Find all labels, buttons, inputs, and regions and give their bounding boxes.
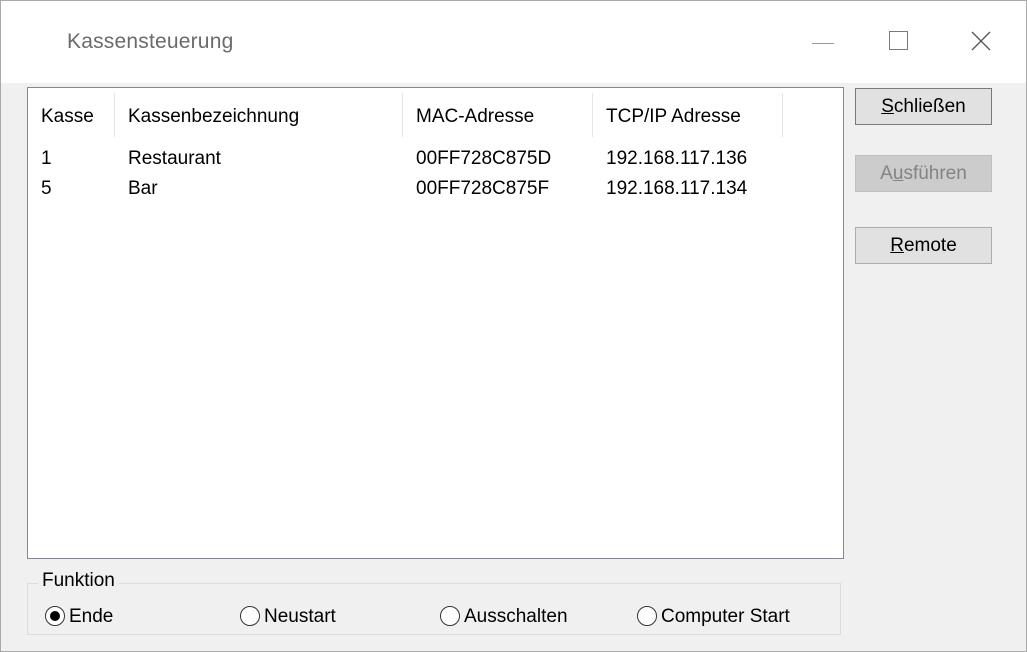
column-header-ip[interactable]: TCP/IP Adresse [593, 88, 783, 142]
close-button-label: chließen [893, 96, 966, 117]
radio-icon[interactable] [440, 606, 460, 626]
execute-button-mnemonic: u [892, 163, 904, 184]
execute-button-label: sführen [903, 163, 967, 184]
radio-neustart[interactable]: Neustart [240, 604, 370, 630]
cell-mac: 00FF728C875F [416, 178, 550, 199]
radio-selected-icon[interactable] [45, 606, 65, 626]
execute-button[interactable]: Ausführen [855, 155, 992, 192]
cell-kasse: 1 [41, 148, 52, 169]
list-item[interactable]: 1 Restaurant 00FF728C875D 192.168.117.13… [28, 144, 843, 174]
cell-kasse: 5 [41, 178, 52, 199]
list-item[interactable]: 5 Bar 00FF728C875F 192.168.117.134 [28, 174, 843, 204]
column-divider[interactable] [782, 93, 783, 137]
cell-mac: 00FF728C875D [416, 148, 552, 169]
remote-button[interactable]: Remote [855, 227, 992, 264]
close-button[interactable]: Schließen [855, 88, 992, 125]
minimize-icon[interactable] [801, 23, 845, 63]
radio-ende[interactable]: Ende [45, 604, 165, 630]
cell-ip: 192.168.117.134 [606, 178, 748, 199]
column-header-kassenbezeichnung[interactable]: Kassenbezeichnung [115, 88, 402, 142]
radio-ausschalten[interactable]: Ausschalten [440, 604, 600, 630]
radio-computer-start[interactable]: Computer Start [637, 604, 827, 630]
column-header-mac[interactable]: MAC-Adresse [403, 88, 593, 142]
radio-icon[interactable] [240, 606, 260, 626]
radio-label: Ausschalten [464, 606, 568, 627]
maximize-icon[interactable] [875, 23, 919, 63]
close-icon[interactable] [959, 23, 1003, 63]
radio-label: Ende [69, 606, 114, 627]
execute-button-label-prefix: A [880, 163, 893, 184]
remote-button-label: emote [903, 235, 957, 256]
function-group-legend: Funktion [38, 570, 119, 592]
column-header-kasse[interactable]: Kasse [28, 88, 115, 142]
radio-label: Neustart [264, 606, 336, 627]
register-list[interactable]: Kasse Kassenbezeichnung MAC-Adresse TCP/… [27, 87, 844, 559]
cell-bezeichnung: Bar [128, 178, 158, 199]
cell-bezeichnung: Restaurant [128, 148, 221, 169]
close-button-mnemonic: S [881, 96, 894, 117]
cell-ip: 192.168.117.136 [606, 148, 748, 169]
list-header: Kasse Kassenbezeichnung MAC-Adresse TCP/… [28, 88, 843, 142]
radio-label: Computer Start [661, 606, 790, 627]
remote-button-mnemonic: R [890, 235, 904, 256]
title-bar[interactable]: Kassensteuerung [1, 1, 1026, 83]
window-title: Kassensteuerung [67, 30, 234, 53]
radio-icon[interactable] [637, 606, 657, 626]
